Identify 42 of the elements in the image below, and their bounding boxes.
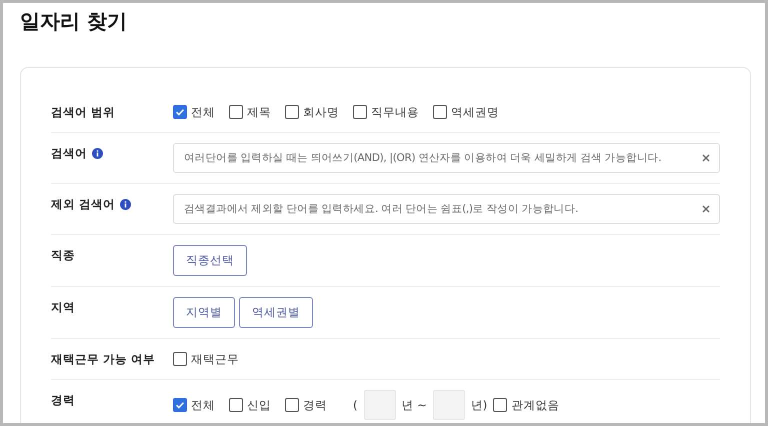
field-label: 제외 검색어	[51, 196, 116, 212]
checkbox-label[interactable]: 경력	[303, 398, 327, 412]
checkbox-label[interactable]: 역세권명	[451, 104, 499, 120]
select-button[interactable]: 지역별	[173, 297, 235, 328]
search-field[interactable]: 검색결과에서 제외할 단어를 입력하세요. 여러 단어는 쉼표(,)로 작성이 가능합니다.	[173, 194, 720, 224]
field-label: 검색어 범위	[51, 104, 116, 120]
checkbox-label[interactable]: 관계없음	[511, 398, 560, 412]
year-unit: 년)	[470, 398, 488, 412]
checkbox[interactable]	[173, 105, 187, 119]
checkbox[interactable]	[173, 398, 187, 412]
field-label: 지역	[51, 300, 75, 314]
page-title: 일자리 찾기	[20, 8, 128, 34]
checkbox[interactable]	[285, 105, 299, 119]
checkbox-label[interactable]: 회사명	[303, 104, 339, 120]
checkbox[interactable]	[493, 398, 508, 412]
year-unit: 년 ~	[402, 398, 427, 412]
search-field[interactable]: 여러단어를 입력하실 때는 띄어쓰기(AND), |(OR) 연산자를 이용하여 더욱 세밀하게 검색 가능합니다.	[173, 143, 720, 173]
checkbox[interactable]	[173, 352, 187, 366]
checkbox-label[interactable]: 재택근무	[191, 352, 239, 366]
checkbox[interactable]	[433, 105, 447, 119]
checkbox[interactable]	[229, 398, 243, 412]
select-button[interactable]: 역세권별	[239, 297, 313, 328]
checkbox[interactable]	[285, 398, 299, 412]
field-label: 경력	[51, 392, 75, 408]
year-input[interactable]	[432, 390, 465, 420]
checkbox[interactable]	[229, 105, 243, 119]
info-icon[interactable]	[92, 148, 103, 158]
clear-icon[interactable]	[702, 154, 710, 162]
field-label: 검색어	[51, 146, 87, 160]
select-button[interactable]: 직종선택	[173, 245, 247, 276]
checkbox-label[interactable]: 제목	[247, 104, 271, 120]
info-icon[interactable]	[120, 198, 132, 210]
parenthesis: (	[353, 398, 358, 412]
checkbox-label[interactable]: 직무내용	[371, 104, 419, 120]
checkbox-label[interactable]: 전체	[191, 398, 215, 412]
checkbox-label[interactable]: 신입	[247, 398, 271, 412]
field-label: 직종	[51, 248, 75, 262]
clear-icon[interactable]	[702, 205, 710, 213]
checkbox-label[interactable]: 전체	[191, 104, 215, 120]
field-label: 재택근무 가능 여부	[51, 352, 156, 366]
checkbox[interactable]	[353, 105, 367, 119]
year-input[interactable]	[364, 390, 396, 420]
